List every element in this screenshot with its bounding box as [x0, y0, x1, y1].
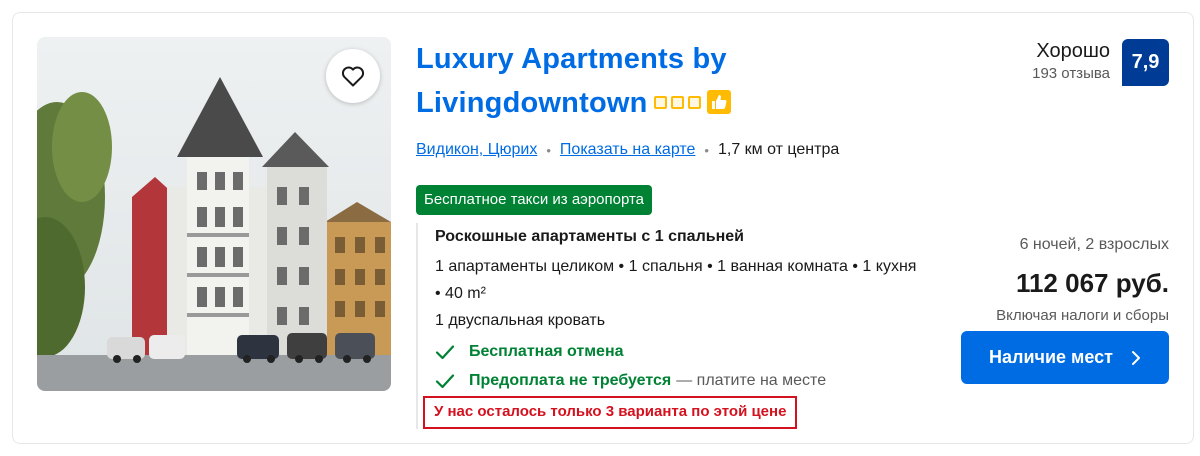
separator-dot: • — [546, 142, 551, 158]
star-rating — [653, 95, 701, 109]
property-title[interactable]: Luxury Apartments by Livingdowntown — [416, 37, 936, 125]
star-icon — [670, 95, 684, 109]
separator-dot: • — [704, 142, 709, 158]
scarcity-message: У нас осталось только 3 варианта по этой… — [423, 396, 798, 429]
stay-summary: 6 ночей, 2 взрослых — [1019, 236, 1169, 253]
see-availability-button[interactable]: Наличие мест — [961, 331, 1169, 384]
distance-from-center: 1,7 км от центра — [717, 141, 840, 158]
show-on-map-link[interactable]: Показать на карте — [560, 141, 695, 159]
perk-free-cancellation: Бесплатная отмена — [435, 341, 946, 363]
airport-taxi-badge: Бесплатное такси из аэропорта — [416, 185, 653, 215]
location-row: Видикон, Цюрих • Показать на карте • 1,7… — [416, 141, 839, 159]
taxes-note: Включая налоги и сборы — [996, 307, 1169, 324]
perk-label: Бесплатная отмена — [469, 343, 624, 360]
location-link[interactable]: Видикон, Цюрих — [416, 141, 537, 159]
review-text: Хорошо 193 отзыва — [1032, 39, 1110, 83]
chevron-right-icon — [1131, 350, 1140, 365]
heart-outline-icon — [341, 66, 365, 87]
checkmark-icon — [435, 345, 455, 360]
perk-no-prepayment: Предоплата не требуется — платите на мес… — [435, 370, 946, 392]
price-block: 6 ночей, 2 взрослых 112 067 руб. Включая… — [996, 234, 1169, 326]
thumbs-up-icon[interactable] — [706, 90, 731, 115]
bed-info: 1 двуспальная кровать — [435, 312, 606, 329]
property-card: Luxury Apartments by Livingdowntown Види… — [12, 12, 1194, 444]
room-details: Роскошные апартаменты с 1 спальней 1 апа… — [416, 223, 946, 429]
room-title: Роскошные апартаменты с 1 спальней — [435, 228, 744, 245]
cta-label: Наличие мест — [989, 347, 1113, 367]
review-summary[interactable]: Хорошо 193 отзыва 7,9 — [1032, 39, 1169, 86]
price-amount: 112 067 руб. — [1015, 268, 1169, 298]
star-icon — [653, 95, 667, 109]
star-icon — [687, 95, 701, 109]
review-score-badge: 7,9 — [1122, 39, 1169, 86]
checkmark-icon — [435, 374, 455, 389]
review-label: Хорошо — [1036, 40, 1110, 62]
save-to-wishlist-button[interactable] — [326, 49, 380, 103]
review-count: 193 отзыва — [1032, 65, 1110, 82]
perk-label: Предоплата не требуется — [469, 372, 672, 389]
room-description: 1 апартаменты целиком • 1 спальня • 1 ва… — [435, 258, 917, 302]
property-info: Luxury Apartments by Livingdowntown Види… — [416, 37, 936, 215]
perk-note: — платите на месте — [676, 372, 827, 389]
